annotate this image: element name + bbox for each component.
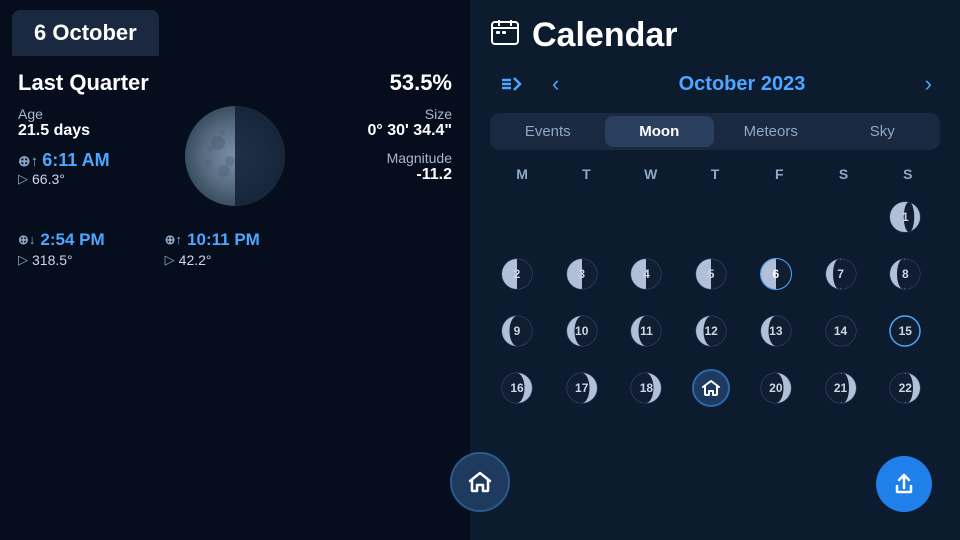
tab-sky[interactable]: Sky bbox=[828, 116, 938, 147]
right-panel: Calendar ‹ October 2023 › Events Moon Me… bbox=[470, 0, 960, 540]
transit-block: ⊕↑ 10:11 PM ▷ 42.2° bbox=[165, 230, 260, 268]
date-tab[interactable]: 6 October bbox=[12, 10, 159, 56]
calendar-icon bbox=[490, 18, 520, 53]
tab-events[interactable]: Events bbox=[493, 116, 603, 147]
age-label: Age bbox=[18, 106, 178, 122]
set-azimuth: 318.5° bbox=[32, 252, 73, 268]
day-cell bbox=[684, 190, 738, 244]
day-cell bbox=[555, 190, 609, 244]
days-grid: 1 2 3 4 5 bbox=[490, 190, 940, 415]
calendar-title: Calendar bbox=[532, 16, 678, 55]
home-button[interactable] bbox=[450, 452, 510, 512]
calendar-grid: M T W T F S S 1 2 bbox=[490, 162, 940, 524]
day-cell[interactable]: 22 bbox=[878, 361, 932, 415]
day-cell[interactable]: 16 bbox=[490, 361, 544, 415]
day-cell[interactable]: 3 bbox=[555, 247, 609, 301]
day-header-mon: M bbox=[490, 162, 554, 186]
magnitude-label: Magnitude bbox=[292, 150, 452, 166]
day-cell[interactable]: 1 bbox=[878, 190, 932, 244]
share-button[interactable] bbox=[876, 456, 932, 512]
age-value: 21.5 days bbox=[18, 122, 178, 140]
day-cell[interactable]: 11 bbox=[619, 304, 673, 358]
day-cell bbox=[490, 190, 544, 244]
rise-time: ⊕↑ 6:11 AM bbox=[18, 150, 178, 171]
day-cell[interactable]: 18 bbox=[619, 361, 673, 415]
moon-phase-name: Last Quarter bbox=[18, 70, 149, 96]
set-time: 2:54 PM bbox=[40, 230, 104, 250]
day-cell[interactable]: 5 bbox=[684, 247, 738, 301]
size-value: 0° 30' 34.4" bbox=[292, 122, 452, 140]
day-cell[interactable] bbox=[684, 361, 738, 415]
day-cell[interactable]: 20 bbox=[749, 361, 803, 415]
day-cell[interactable]: 7 bbox=[814, 247, 868, 301]
day-cell[interactable]: 9 bbox=[490, 304, 544, 358]
day-cell[interactable]: 15 bbox=[878, 304, 932, 358]
magnitude-value: -11.2 bbox=[292, 166, 452, 184]
day-cell[interactable]: 4 bbox=[619, 247, 673, 301]
transit-azimuth: 42.2° bbox=[179, 252, 212, 268]
day-header-tue: T bbox=[554, 162, 618, 186]
transit-time: 10:11 PM bbox=[187, 230, 260, 250]
illumination: 53.5% bbox=[390, 70, 452, 96]
day-cell[interactable]: 13 bbox=[749, 304, 803, 358]
day-cell[interactable]: 21 bbox=[814, 361, 868, 415]
day-cell[interactable]: 12 bbox=[684, 304, 738, 358]
left-panel: 6 October Last Quarter 53.5% Age 21.5 da… bbox=[0, 0, 470, 540]
day-cell[interactable]: 17 bbox=[555, 361, 609, 415]
rise-azimuth: ▷ 66.3° bbox=[18, 171, 178, 187]
day-cell[interactable]: 2 bbox=[490, 247, 544, 301]
day-cell bbox=[749, 190, 803, 244]
day-cell[interactable]: 10 bbox=[555, 304, 609, 358]
day-header-fri: F bbox=[747, 162, 811, 186]
tab-moon[interactable]: Moon bbox=[605, 116, 715, 147]
day-cell[interactable]: 8 bbox=[878, 247, 932, 301]
day-header-sun: S bbox=[876, 162, 940, 186]
day-cell[interactable]: 14 bbox=[814, 304, 868, 358]
tab-bar: Events Moon Meteors Sky bbox=[490, 113, 940, 150]
day-header-thu: T bbox=[683, 162, 747, 186]
moon-image bbox=[180, 101, 290, 216]
size-label: Size bbox=[292, 106, 452, 122]
day-header-sat: S bbox=[811, 162, 875, 186]
prev-month-button[interactable]: ‹ bbox=[544, 69, 567, 99]
next-month-button[interactable]: › bbox=[917, 69, 940, 99]
month-label: October 2023 bbox=[583, 73, 900, 96]
day-cell bbox=[814, 190, 868, 244]
day-cell bbox=[619, 190, 673, 244]
collapse-button[interactable] bbox=[494, 71, 528, 97]
day-header-wed: W bbox=[619, 162, 683, 186]
tab-meteors[interactable]: Meteors bbox=[716, 116, 826, 147]
day-cell[interactable]: 6 bbox=[749, 247, 803, 301]
set-block: ⊕↓ 2:54 PM ▷ 318.5° bbox=[18, 230, 105, 268]
